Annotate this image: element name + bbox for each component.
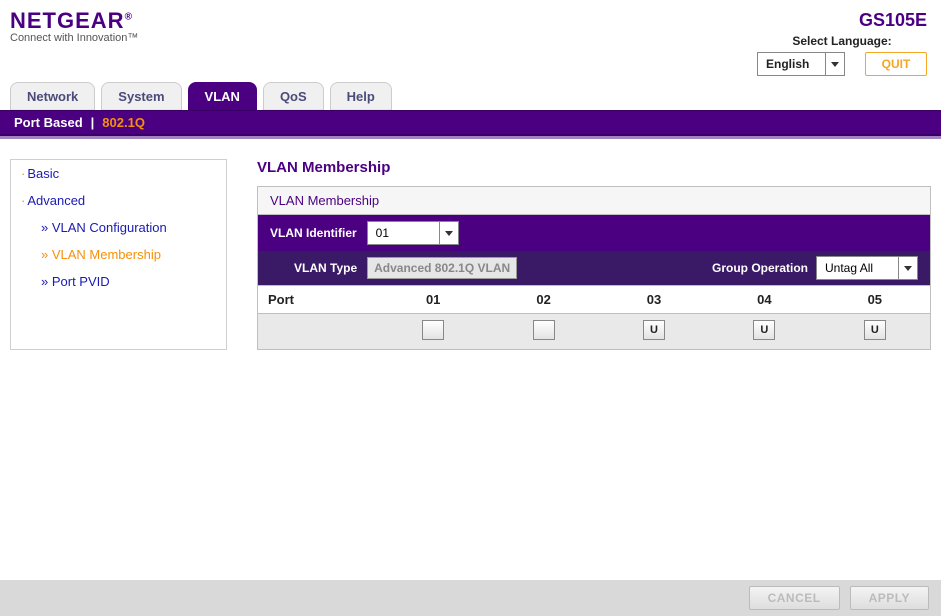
group-op-label: Group Operation [712,261,808,275]
side-nav: ·Basic ·Advanced VLAN Configuration VLAN… [10,159,227,350]
port-toggle-03[interactable]: U [643,320,665,340]
registered-mark: ® [125,12,133,23]
language-select[interactable]: English [757,52,845,76]
subnav: Port Based | 802.1Q [0,110,941,136]
subnav-8021q[interactable]: 802.1Q [102,115,145,130]
device-model: GS105E [859,10,927,31]
panel-vlan-membership: VLAN Membership VLAN Identifier 01 VLAN … [257,186,931,350]
chevron-down-icon [439,222,458,244]
sidenav-port-pvid[interactable]: Port PVID [11,268,226,295]
sidenav-basic[interactable]: ·Basic [11,160,226,187]
tab-vlan[interactable]: VLAN [188,82,257,110]
sidenav-advanced[interactable]: ·Advanced [11,187,226,214]
port-col-05: 05 [820,286,930,313]
port-toggle-05[interactable]: U [864,320,886,340]
brand-name: NETGEAR [10,8,125,33]
port-table-row: U U U [258,313,930,349]
port-col-03: 03 [599,286,709,313]
vlan-type-value: Advanced 802.1Q VLAN [367,257,517,279]
chevron-down-icon [898,257,917,279]
footer: CANCEL APPLY [0,580,941,616]
subnav-port-based[interactable]: Port Based [14,115,83,130]
language-area: Select Language: English QUIT [757,34,927,76]
tab-network[interactable]: Network [10,82,95,110]
quit-button[interactable]: QUIT [865,52,927,76]
main-tabs: Network System VLAN QoS Help [0,74,941,110]
divider: | [91,115,95,130]
tab-system[interactable]: System [101,82,181,110]
port-toggle-01[interactable] [422,320,444,340]
row-vlan-type: VLAN Type Advanced 802.1Q VLAN Group Ope… [258,251,930,285]
body: ·Basic ·Advanced VLAN Configuration VLAN… [0,139,941,350]
port-table-header: Port 01 02 03 04 05 [258,285,930,313]
port-col-01: 01 [378,286,488,313]
brand-logo: NETGEAR® [10,8,931,34]
group-op-value: Untag All [817,257,903,279]
language-label: Select Language: [757,34,927,48]
port-col-02: 02 [488,286,598,313]
tab-qos[interactable]: QoS [263,82,324,110]
sidenav-vlan-configuration[interactable]: VLAN Configuration [11,214,226,241]
vlan-id-select[interactable]: 01 [367,221,459,245]
page-title: VLAN Membership [257,159,931,176]
main-content: VLAN Membership VLAN Membership VLAN Ide… [257,159,931,350]
port-header-label: Port [258,286,378,313]
apply-button[interactable]: APPLY [850,586,929,610]
port-toggle-02[interactable] [533,320,555,340]
panel-title: VLAN Membership [258,187,930,215]
port-col-04: 04 [709,286,819,313]
vlan-type-label: VLAN Type [294,261,357,275]
row-vlan-identifier: VLAN Identifier 01 [258,215,930,251]
tab-help[interactable]: Help [330,82,392,110]
chevron-down-icon [825,53,844,75]
cancel-button[interactable]: CANCEL [749,586,840,610]
header: NETGEAR® Connect with Innovation™ GS105E… [0,0,941,56]
port-toggle-04[interactable]: U [753,320,775,340]
group-op-select[interactable]: Untag All [816,256,918,280]
sidenav-vlan-membership[interactable]: VLAN Membership [11,241,226,268]
vlan-id-label: VLAN Identifier [270,226,357,240]
